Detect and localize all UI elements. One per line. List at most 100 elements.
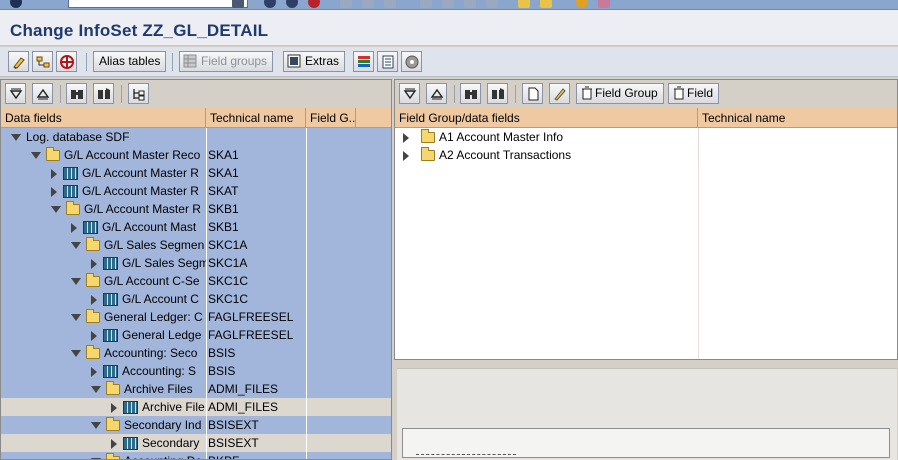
collapse-node-icon[interactable] [11,134,21,142]
sort-button[interactable] [128,83,149,104]
expand-node-icon[interactable] [403,150,409,161]
back-icon[interactable] [264,0,276,8]
tree-row[interactable]: Secondary BSISEXT [1,434,391,452]
collapse-all-button[interactable] [32,83,53,104]
tree-row[interactable]: G/L Account Master R SKA1 [1,164,391,182]
tree-node[interactable]: General Ledge [1,326,206,344]
collapse-node-icon[interactable] [71,350,81,358]
check-button[interactable] [56,51,77,72]
expand-node-icon[interactable] [111,438,117,449]
expand-node-icon[interactable] [51,186,57,197]
tree-node[interactable]: Archive File [1,398,206,416]
tree-row[interactable]: G/L Sales Segm SKC1A [1,254,391,272]
find-next-icon[interactable] [384,0,396,8]
alias-tables-button[interactable]: Alias tables [93,51,167,72]
tree-row[interactable]: G/L Account C SKC1C [1,290,391,308]
expand-node-icon[interactable] [91,330,97,341]
collapse-node-icon[interactable] [51,206,61,214]
column-technical-name[interactable]: Technical name [206,108,306,128]
tree-node[interactable]: Secondary [1,434,206,452]
shortcut-icon[interactable] [540,0,552,8]
tree-row[interactable]: Accounting: Seco BSIS [1,344,391,362]
tree-node[interactable]: G/L Account Master R [1,200,206,218]
field-group-row[interactable]: A1 Account Master Info [395,128,897,146]
field-groups-button[interactable]: Field groups [179,51,274,72]
print-icon[interactable] [340,0,352,8]
tree-node[interactable]: G/L Account C-Se [1,272,206,290]
field-group-node[interactable]: A2 Account Transactions [395,146,698,164]
tree-node[interactable]: Accounting: S [1,362,206,380]
tree-node[interactable]: G/L Account Master R [1,164,206,182]
collapse-node-icon[interactable] [91,422,101,430]
tree-row[interactable]: G/L Account Master R SKB1 [1,200,391,218]
tree-node[interactable]: Archive Files [1,380,206,398]
expand-all-button[interactable] [5,83,26,104]
tree-row[interactable]: Archive File ADMI_FILES [1,398,391,416]
expand-node-icon[interactable] [51,168,57,179]
tree-row[interactable]: Archive Files ADMI_FILES [1,380,391,398]
tree-node[interactable]: G/L Account Mast [1,218,206,236]
collapse-node-icon[interactable] [91,386,101,394]
expand-node-icon[interactable] [91,294,97,305]
find-icon[interactable] [362,0,374,8]
tree-node[interactable]: Accounting Dc [1,452,206,459]
first-page-icon[interactable] [420,0,432,8]
column-field-group[interactable]: Field G... [306,108,356,128]
collapse-node-icon[interactable] [71,242,81,250]
settings-button[interactable] [401,51,422,72]
other-object-button[interactable] [32,51,53,72]
tree-row[interactable]: G/L Sales Segmen SKC1A [1,236,391,254]
tree-row[interactable]: Secondary Ind BSISEXT [1,416,391,434]
layout-menu-icon[interactable] [598,0,610,8]
find-button[interactable] [460,83,481,104]
expand-node-icon[interactable] [91,258,97,269]
collapse-node-icon[interactable] [71,278,81,286]
help-icon[interactable] [576,0,588,8]
create-button[interactable] [522,83,543,104]
tree-node[interactable]: G/L Account Master Reco [1,146,206,164]
tree-node[interactable]: General Ledger: C [1,308,206,326]
new-session-icon[interactable] [518,0,530,8]
tree-node[interactable]: Secondary Ind [1,416,206,434]
tree-node[interactable]: G/L Account Master R [1,182,206,200]
tree-row[interactable]: G/L Account Master Reco SKA1 [1,146,391,164]
expand-node-icon[interactable] [71,222,77,233]
field-group-row[interactable]: A2 Account Transactions [395,146,897,164]
delete-field-button[interactable]: Field [668,83,720,104]
tree-row[interactable]: Accounting Dc BKPF [1,452,391,459]
collapse-all-button[interactable] [426,83,447,104]
tree-row[interactable]: G/L Account Mast SKB1 [1,218,391,236]
find-button[interactable] [66,83,87,104]
expand-node-icon[interactable] [403,132,409,143]
expand-all-button[interactable] [399,83,420,104]
tree-row[interactable]: General Ledger: C FAGLFREESEL [1,308,391,326]
collapse-node-icon[interactable] [31,152,41,160]
column-field-group-data-fields[interactable]: Field Group/data fields [395,108,698,128]
tree-row[interactable]: Log. database SDF [1,128,391,146]
find-next-button[interactable] [93,83,114,104]
column-technical-name[interactable]: Technical name [698,108,897,128]
expand-node-icon[interactable] [111,402,117,413]
cancel-icon[interactable] [308,0,320,8]
tree-row[interactable]: G/L Account Master R SKAT [1,182,391,200]
expand-node-icon[interactable] [91,366,97,377]
tree-node[interactable]: G/L Sales Segm [1,254,206,272]
enter-icon[interactable] [10,0,22,8]
display-change-button[interactable] [8,51,29,72]
save-icon[interactable] [232,0,244,8]
extras-button[interactable]: Extras [283,51,346,72]
tree-node[interactable]: Log. database SDF [1,128,206,146]
documentation-button[interactable] [377,51,398,72]
tree-row[interactable]: G/L Account C-Se SKC1C [1,272,391,290]
tree-row[interactable]: General Ledge FAGLFREESEL [1,326,391,344]
layout-button[interactable] [353,51,374,72]
tree-node[interactable]: G/L Sales Segmen [1,236,206,254]
tree-row[interactable]: Accounting: S BSIS [1,362,391,380]
column-data-fields[interactable]: Data fields [1,108,206,128]
previous-page-icon[interactable] [442,0,454,8]
delete-field-group-button[interactable]: Field Group [576,83,664,104]
tree-node[interactable]: G/L Account C [1,290,206,308]
command-field[interactable] [68,0,248,8]
find-next-button[interactable] [487,83,508,104]
tree-node[interactable]: Accounting: Seco [1,344,206,362]
